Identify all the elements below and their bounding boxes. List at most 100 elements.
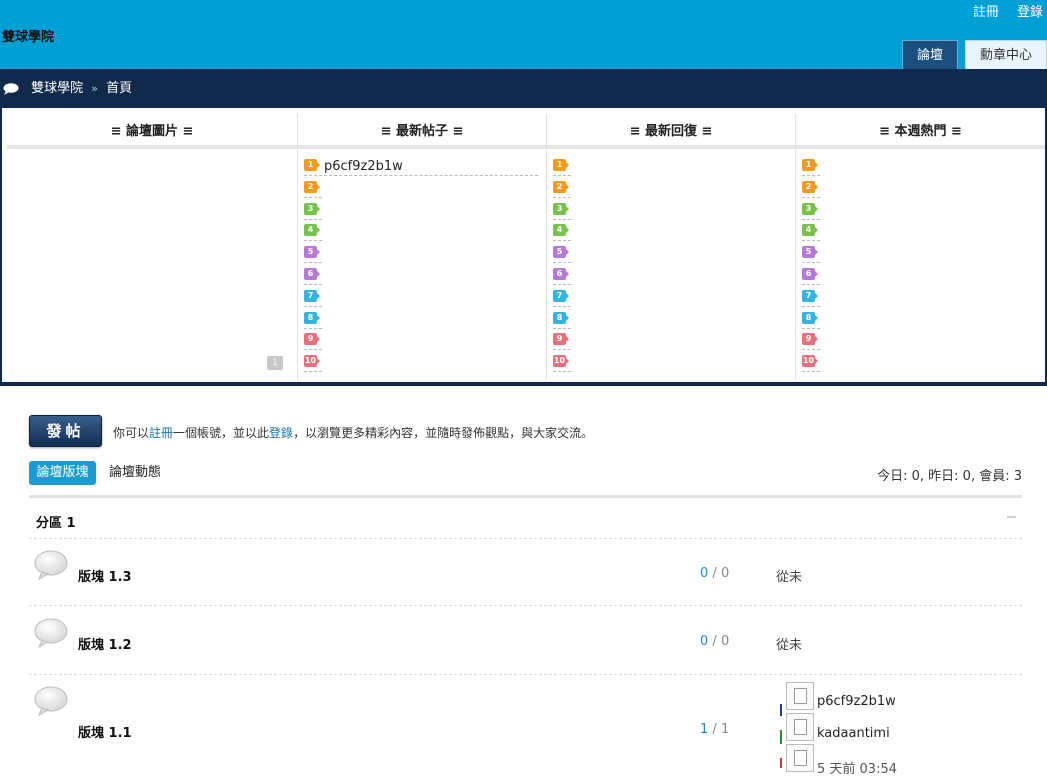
- list-item: 1: [802, 157, 1045, 179]
- register-link[interactable]: 註冊: [973, 5, 999, 20]
- tab-forum-activity[interactable]: 論壇動態: [109, 461, 161, 485]
- rank-badge-icon: 6: [802, 267, 818, 280]
- latest-post-link[interactable]: p6cf9z2b1w: [324, 159, 403, 174]
- list-item: 9: [304, 331, 546, 353]
- col-title-images: ≡ 論壇圖片 ≡: [7, 114, 297, 149]
- category-title[interactable]: 分區 1: [36, 512, 76, 531]
- forum-counts: 1 / 1: [700, 722, 730, 737]
- new-post-button[interactable]: 發帖: [29, 415, 102, 447]
- rank-badge-icon: 10: [802, 355, 818, 368]
- panel-col-images: ≡ 論壇圖片 ≡: [7, 114, 297, 380]
- rank-badge-icon: 5: [553, 246, 569, 259]
- forum-row: 版塊 1.2 0 / 0 從未: [29, 616, 1022, 674]
- rank-badge-icon: 1: [304, 159, 320, 171]
- portal-panel: ≡ 論壇圖片 ≡ ≡ 最新帖子 ≡ 1 p6cf9z2b1w 2 3 4 5 6 7 8 9 10 …: [0, 108, 1047, 386]
- nav-tab-medals[interactable]: 勳章中心: [965, 40, 1047, 69]
- col-title-latest-replies: ≡ 最新回復 ≡: [547, 114, 795, 149]
- rank-badge-icon: 10: [304, 355, 320, 368]
- login-link[interactable]: 登錄: [1017, 5, 1043, 20]
- divider: [29, 495, 1022, 498]
- list-item: 1 p6cf9z2b1w: [304, 157, 546, 179]
- avatar[interactable]: [786, 744, 814, 772]
- tab-forum-boards[interactable]: 論壇版塊: [29, 461, 96, 485]
- speech-bubble-icon: [3, 82, 19, 95]
- rank-badge-icon: 7: [304, 289, 320, 302]
- nav-tab-forum[interactable]: 論壇: [902, 40, 958, 69]
- rank-badge-icon: 3: [553, 202, 569, 215]
- divider: [29, 605, 1022, 606]
- rank-badge-icon: 8: [304, 311, 320, 324]
- forum-last-post: 從未: [776, 638, 803, 653]
- breadcrumb-home[interactable]: 雙球學院: [31, 81, 83, 96]
- list-item: 6: [304, 266, 546, 288]
- list-item: 2: [304, 179, 546, 201]
- rank-list-replies: 1 2 3 4 5 6 7 8 9 10: [547, 149, 795, 375]
- list-item: 8: [304, 310, 546, 332]
- list-item: 2: [553, 179, 795, 201]
- rank-badge-icon: 5: [802, 246, 818, 259]
- post-hint: 你可以註冊一個帳號，並以此登錄，以瀏覽更多精彩內容，並隨時發佈觀點，與大家交流。: [113, 426, 594, 440]
- rank-badge-icon: 5: [304, 246, 320, 259]
- rank-list-hot: 1 2 3 4 5 6 7 8 9 10: [796, 149, 1045, 375]
- hint-register-link[interactable]: 註冊: [149, 426, 173, 440]
- hint-login-link[interactable]: 登錄: [269, 426, 293, 440]
- forum-row: 版塊 1.3 0 / 0 從未: [29, 548, 1022, 606]
- rank-list-posts: 1 p6cf9z2b1w 2 3 4 5 6 7 8 9 10: [298, 149, 546, 375]
- forum-last-post: 從未: [776, 570, 803, 585]
- forum-name[interactable]: 版塊 1.2: [78, 634, 132, 653]
- avatar[interactable]: [786, 713, 814, 741]
- site-header: 雙球學院 註冊 登錄 論壇 勳章中心: [0, 0, 1047, 69]
- forum-name[interactable]: 版塊 1.1: [78, 722, 132, 741]
- last-post-author[interactable]: kadaantimi: [817, 726, 890, 741]
- list-item: 6: [802, 266, 1045, 288]
- rank-badge-icon: 1: [553, 159, 569, 171]
- collapse-icon[interactable]: [1007, 516, 1016, 518]
- last-post-time: 5 天前 03:54: [817, 762, 897, 777]
- rank-badge-icon: 1: [802, 159, 818, 171]
- rank-badge-icon: 4: [553, 224, 569, 237]
- avatar[interactable]: [786, 682, 814, 710]
- list-item: 1: [553, 157, 795, 179]
- forum-bubble-icon: [34, 686, 68, 716]
- forum-bubble-icon: [34, 550, 68, 580]
- col-title-weekly-hot: ≡ 本週熱門 ≡: [796, 114, 1045, 149]
- panel-col-latest-replies: ≡ 最新回復 ≡ 1 2 3 4 5 6 7 8 9 10: [547, 114, 795, 380]
- list-item: 3: [802, 201, 1045, 223]
- list-item: 6: [553, 266, 795, 288]
- site-title[interactable]: 雙球學院: [2, 26, 54, 45]
- forum-bubble-icon: [34, 618, 68, 648]
- list-item: 3: [553, 201, 795, 223]
- list-item: 2: [802, 179, 1045, 201]
- col-title-latest-posts: ≡ 最新帖子 ≡: [298, 114, 546, 149]
- last-post-title[interactable]: p6cf9z2b1w: [817, 694, 896, 709]
- rank-badge-icon: 4: [304, 224, 320, 237]
- rank-badge-icon: 9: [304, 333, 320, 346]
- rank-badge-icon: 9: [802, 333, 818, 346]
- breadcrumb-current: 首頁: [106, 81, 133, 96]
- forum-stats: 今日: 0, 昨日: 0, 會員: 3: [877, 469, 1022, 484]
- rank-badge-icon: 3: [304, 202, 320, 215]
- list-item: 4: [553, 222, 795, 244]
- list-item: 10: [553, 353, 795, 375]
- list-item: 9: [802, 331, 1045, 353]
- forum-name[interactable]: 版塊 1.3: [78, 566, 132, 585]
- image-pager-dot[interactable]: 1: [267, 356, 283, 370]
- rank-badge-icon: 8: [553, 311, 569, 324]
- list-item: 4: [802, 222, 1045, 244]
- list-item: 5: [304, 244, 546, 266]
- divider: [29, 538, 1022, 539]
- list-item: 3: [304, 201, 546, 223]
- panel-col-weekly-hot: ≡ 本週熱門 ≡ 1 2 3 4 5 6 7 8 9 10: [796, 114, 1045, 380]
- rank-badge-icon: 7: [553, 289, 569, 302]
- forum-counts: 0 / 0: [700, 634, 730, 649]
- list-item: 4: [304, 222, 546, 244]
- rank-badge-icon: 2: [802, 180, 818, 193]
- list-item: 10: [304, 353, 546, 375]
- list-item: 5: [802, 244, 1045, 266]
- panel-col-latest-posts: ≡ 最新帖子 ≡ 1 p6cf9z2b1w 2 3 4 5 6 7 8 9 10: [298, 114, 546, 380]
- list-item: 7: [802, 288, 1045, 310]
- rank-badge-icon: 2: [553, 180, 569, 193]
- rank-badge-icon: 6: [304, 267, 320, 280]
- list-item: 8: [802, 310, 1045, 332]
- divider: [29, 674, 1022, 675]
